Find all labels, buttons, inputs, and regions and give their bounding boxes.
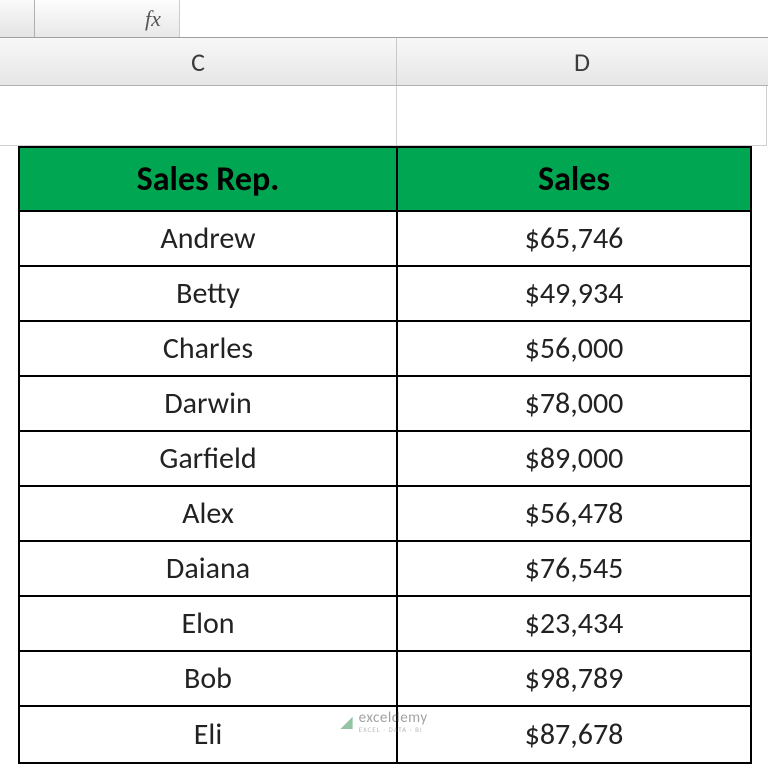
column-header-d[interactable]: D [397, 38, 767, 85]
cell-sales[interactable]: $76,545 [398, 542, 750, 597]
cell-rep[interactable]: Alex [20, 487, 398, 542]
cell-sales[interactable]: $56,478 [398, 487, 750, 542]
cell-rep[interactable]: Garfield [20, 432, 398, 487]
fx-button[interactable]: fx [135, 5, 171, 33]
header-sales-rep[interactable]: Sales Rep. [20, 148, 398, 212]
cell[interactable] [397, 86, 767, 146]
cell-sales[interactable]: $87,678 [398, 707, 750, 762]
table-row: Garfield $89,000 [20, 432, 750, 487]
table-row: Betty $49,934 [20, 267, 750, 322]
data-table: Sales Rep. Sales Andrew $65,746 Betty $4… [18, 146, 752, 764]
table-row: Charles $56,000 [20, 322, 750, 377]
table-row: Eli $87,678 [20, 707, 750, 762]
table-header-row: Sales Rep. Sales [20, 148, 750, 212]
name-box-edge [0, 0, 35, 37]
formula-bar: fx [0, 0, 768, 38]
table-row: Bob $98,789 [20, 652, 750, 707]
cell-sales[interactable]: $23,434 [398, 597, 750, 652]
table-row: Darwin $78,000 [20, 377, 750, 432]
table-row: Alex $56,478 [20, 487, 750, 542]
cell-rep[interactable]: Elon [20, 597, 398, 652]
cell-rep[interactable]: Andrew [20, 212, 398, 267]
formula-input[interactable] [179, 0, 768, 37]
cell-sales[interactable]: $89,000 [398, 432, 750, 487]
empty-row [0, 86, 768, 146]
cell-rep[interactable]: Bob [20, 652, 398, 707]
worksheet: C D Sales Rep. Sales Andrew $65,746 Bett… [0, 38, 768, 146]
cell-sales[interactable]: $56,000 [398, 322, 750, 377]
cell-sales[interactable]: $98,789 [398, 652, 750, 707]
cell-rep[interactable]: Eli [20, 707, 398, 762]
column-header-c[interactable]: C [0, 38, 397, 85]
table-row: Elon $23,434 [20, 597, 750, 652]
cell-sales[interactable]: $49,934 [398, 267, 750, 322]
cell-grid[interactable]: Sales Rep. Sales Andrew $65,746 Betty $4… [0, 86, 768, 146]
table-row: Andrew $65,746 [20, 212, 750, 267]
cell[interactable] [0, 86, 397, 146]
table-row: Daiana $76,545 [20, 542, 750, 597]
column-headers: C D [0, 38, 768, 86]
header-sales[interactable]: Sales [398, 148, 750, 212]
cell-rep[interactable]: Daiana [20, 542, 398, 597]
cell-sales[interactable]: $78,000 [398, 377, 750, 432]
cell-rep[interactable]: Betty [20, 267, 398, 322]
cell-rep[interactable]: Charles [20, 322, 398, 377]
cell-sales[interactable]: $65,746 [398, 212, 750, 267]
cell-rep[interactable]: Darwin [20, 377, 398, 432]
